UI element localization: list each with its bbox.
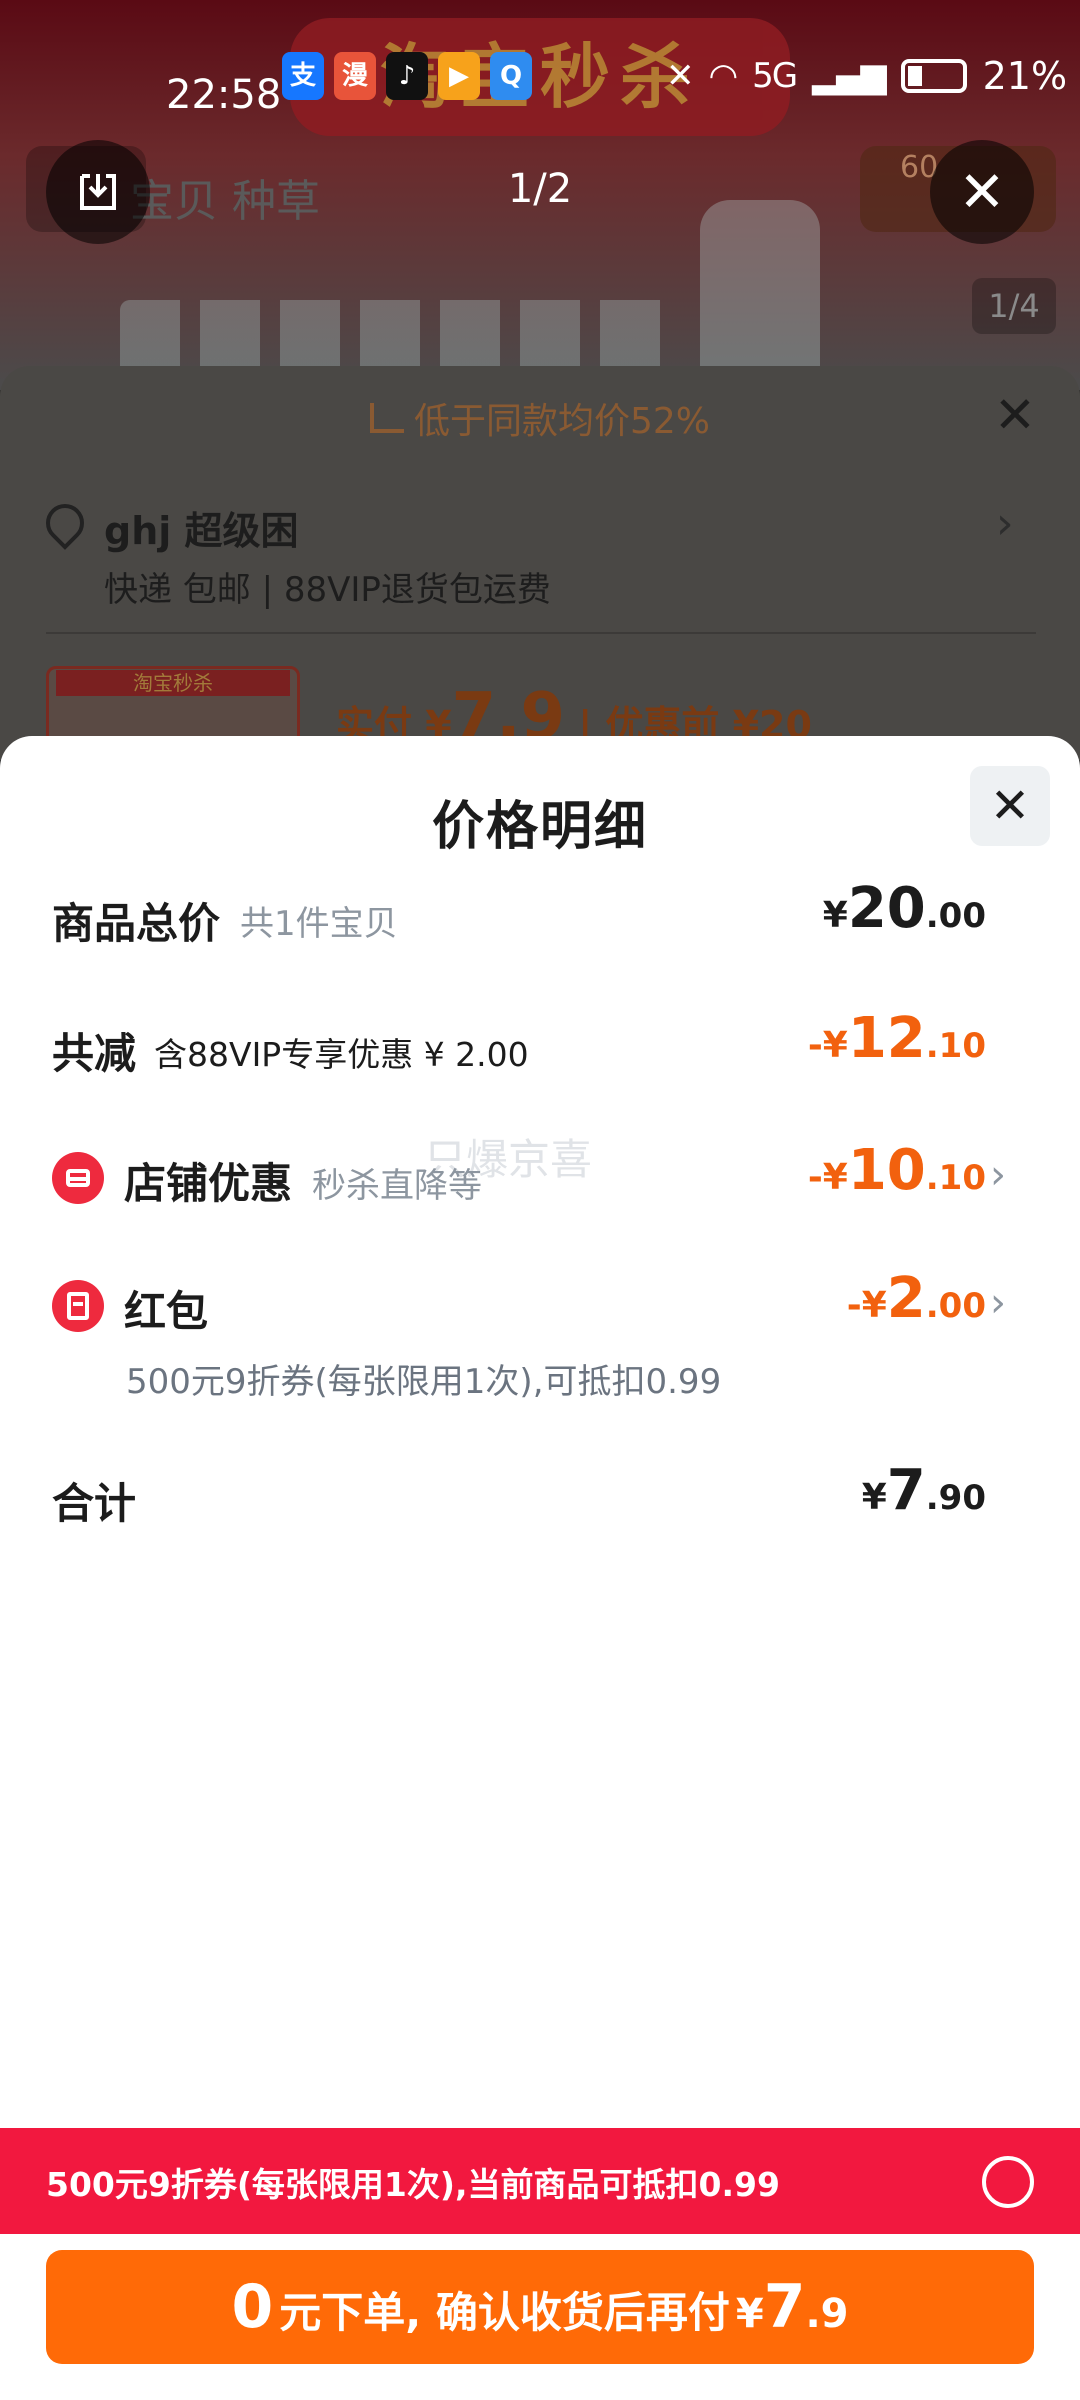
amount-dec: .10 bbox=[925, 1158, 986, 1198]
close-icon: ✕ bbox=[989, 778, 1031, 834]
red-packet-amount: -¥2.00 bbox=[847, 1266, 986, 1331]
search-app-icon: Q bbox=[490, 52, 532, 100]
tiktok-icon: ♪ bbox=[386, 52, 428, 100]
red-packet-sub: 500元9折券(每张限用1次),可抵扣0.99 bbox=[126, 1362, 722, 1402]
total-label: 商品总价 bbox=[52, 899, 221, 948]
cta-currency: ¥ bbox=[735, 2291, 764, 2337]
signal-icon: 5G bbox=[752, 56, 798, 96]
cta-int: 7 bbox=[763, 2272, 806, 2342]
amount-dec: .00 bbox=[925, 1286, 986, 1326]
close-icon: ✕ bbox=[958, 159, 1006, 225]
image-counter: 1/2 bbox=[507, 166, 573, 212]
shop-discount-label: 店铺优惠 bbox=[124, 1159, 293, 1208]
battery-icon bbox=[900, 59, 967, 93]
currency: ¥ bbox=[861, 1477, 887, 1518]
coupon-bar[interactable]: 500元9折券(每张限用1次),当前商品可抵扣0.99 bbox=[0, 2128, 1080, 2234]
amount-int: 20 bbox=[847, 876, 926, 941]
amount-int: 7 bbox=[886, 1458, 926, 1523]
divider bbox=[46, 632, 1036, 634]
chevron-right-icon: › bbox=[996, 498, 1014, 549]
alipay-icon: 支 bbox=[282, 52, 324, 100]
video-icon: ▶ bbox=[438, 52, 480, 100]
chevron-right-icon: › bbox=[990, 1152, 1006, 1198]
coupon-radio[interactable] bbox=[982, 2156, 1034, 2208]
amount-dec: .10 bbox=[925, 1026, 986, 1066]
address-name: ghj 超级困 bbox=[104, 509, 299, 553]
amount-dec: .90 bbox=[925, 1478, 986, 1518]
currency: -¥ bbox=[807, 1025, 848, 1066]
currency: ¥ bbox=[822, 895, 848, 936]
price-hint-text: 低于同款均价52% bbox=[414, 401, 711, 442]
total-count: 共1件宝贝 bbox=[240, 904, 398, 944]
sum-amount: ¥7.90 bbox=[862, 1458, 986, 1523]
amount-int: 12 bbox=[847, 1006, 926, 1071]
red-packet-icon bbox=[52, 1280, 104, 1332]
total-amount: ¥20.00 bbox=[823, 876, 986, 941]
price-hint: 低于同款均价52% bbox=[370, 392, 710, 444]
trend-icon bbox=[370, 403, 404, 433]
signal-bars-icon: ▂▄▆ bbox=[812, 56, 886, 96]
close-viewer-button[interactable]: ✕ bbox=[930, 140, 1034, 244]
discount-note: 含88VIP专享优惠 ¥ 2.00 bbox=[154, 1035, 529, 1074]
sum-label: 合计 bbox=[52, 1479, 137, 1528]
currency: -¥ bbox=[807, 1157, 848, 1198]
amount-int: 10 bbox=[847, 1138, 926, 1203]
wifi-icon: ◠ bbox=[708, 56, 739, 96]
close-icon: ✕ bbox=[994, 386, 1036, 444]
manga-icon: 漫 bbox=[334, 52, 376, 100]
mute-icon: ✕ bbox=[666, 56, 694, 96]
thumbnail-tag: 淘宝秒杀 bbox=[56, 670, 290, 696]
amount-int: 2 bbox=[886, 1266, 926, 1331]
battery-percent: 21% bbox=[982, 54, 1068, 98]
status-right: ✕ ◠ 5G ▂▄▆ 21% bbox=[666, 54, 1067, 98]
place-order-button[interactable]: 0 元下单, 确认收货后再付 ¥7.9 bbox=[46, 2250, 1034, 2364]
shop-icon bbox=[52, 1152, 104, 1204]
cta-zero: 0 bbox=[231, 2272, 274, 2342]
shop-discount-sub: 秒杀直降等 bbox=[312, 1166, 482, 1206]
notification-icons: 支 漫 ♪ ▶ Q bbox=[282, 52, 532, 100]
image-pager: 1/4 bbox=[972, 278, 1056, 334]
cta-text: 元下单, 确认收货后再付 bbox=[279, 2288, 730, 2337]
shop-discount-amount: -¥10.10 bbox=[808, 1138, 986, 1203]
image-viewer-bar: 1/2 ✕ bbox=[0, 140, 1080, 250]
discount-amount: -¥12.10 bbox=[808, 1006, 986, 1071]
status-time: 22:58 bbox=[166, 72, 282, 118]
status-bar: 22:58 支 漫 ♪ ▶ Q ✕ ◠ 5G ▂▄▆ 21% bbox=[0, 40, 1080, 140]
cta-dec: .9 bbox=[805, 2291, 849, 2337]
amount-dec: .00 bbox=[925, 896, 986, 936]
chevron-right-icon: › bbox=[990, 1280, 1006, 1326]
sheet-title: 价格明细 bbox=[431, 797, 648, 857]
currency: -¥ bbox=[846, 1285, 887, 1326]
coupon-text: 500元9折券(每张限用1次),当前商品可抵扣0.99 bbox=[46, 2165, 780, 2204]
red-packet-label: 红包 bbox=[124, 1287, 209, 1336]
close-sheet-button[interactable]: ✕ bbox=[970, 766, 1050, 846]
shipping-info: 快递 包邮 | 88VIP退货包运费 bbox=[104, 570, 551, 610]
discount-label: 共减 bbox=[52, 1029, 137, 1078]
